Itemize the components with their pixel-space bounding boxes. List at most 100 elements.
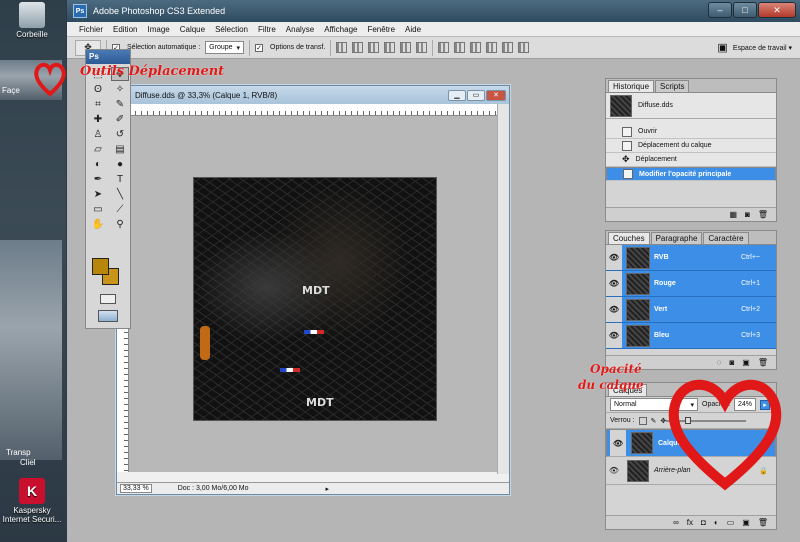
new-channel-icon[interactable]: ▣ bbox=[742, 358, 750, 367]
hand-tool-icon[interactable]: ✋ bbox=[89, 217, 107, 231]
lock-transparency-icon[interactable] bbox=[638, 416, 647, 425]
distribute-vcenter-icon[interactable] bbox=[454, 42, 466, 53]
foreground-color-swatch[interactable] bbox=[92, 258, 109, 275]
save-selection-icon[interactable]: ◙ bbox=[729, 358, 734, 367]
distribute-hcenter-icon[interactable] bbox=[502, 42, 514, 53]
tab-scripts[interactable]: Scripts bbox=[655, 80, 690, 92]
vertical-scrollbar[interactable] bbox=[497, 104, 509, 474]
history-snapshot[interactable]: Diffuse.dds bbox=[606, 93, 776, 119]
new-layer-icon[interactable]: ▣ bbox=[742, 518, 750, 527]
trash-icon[interactable]: 🗑 bbox=[758, 358, 768, 367]
align-left-icon[interactable] bbox=[384, 42, 396, 53]
doc-size-info[interactable]: Doc : 3,00 Mo/6,00 Mo bbox=[178, 485, 249, 492]
align-bottom-icon[interactable] bbox=[368, 42, 380, 53]
tools-palette-header[interactable]: Ps bbox=[86, 50, 130, 64]
transform-controls-checkbox[interactable]: ✓ bbox=[255, 43, 264, 52]
blur-tool-icon[interactable]: ◐ bbox=[89, 157, 107, 171]
menu-aide[interactable]: Aide bbox=[405, 25, 421, 34]
menu-fenetre[interactable]: Fenêtre bbox=[367, 25, 395, 34]
tab-couches[interactable]: Couches bbox=[608, 232, 650, 244]
new-document-from-state-icon[interactable]: ▦ bbox=[729, 210, 737, 219]
layer-style-icon[interactable]: fx bbox=[687, 518, 693, 527]
gradient-tool-icon[interactable]: ▤ bbox=[111, 142, 129, 156]
new-group-icon[interactable]: ▭ bbox=[727, 518, 735, 527]
eye-icon[interactable]: 👁 bbox=[606, 271, 622, 296]
align-hcenter-icon[interactable] bbox=[400, 42, 412, 53]
menu-selection[interactable]: Sélection bbox=[215, 25, 248, 34]
notes-tool-icon[interactable]: ▭ bbox=[89, 202, 107, 216]
eraser-tool-icon[interactable]: ▱ bbox=[89, 142, 107, 156]
load-channel-selection-icon[interactable]: ◌ bbox=[717, 358, 722, 367]
distribute-right-icon[interactable] bbox=[518, 42, 530, 53]
document-title-bar[interactable]: Diffuse.dds @ 33,3% (Calque 1, RVB/8) ▁ … bbox=[117, 86, 509, 104]
channel-row[interactable]: 👁 Rouge Ctrl+1 bbox=[606, 271, 776, 297]
menu-edition[interactable]: Edition bbox=[113, 25, 137, 34]
zoom-field[interactable]: 33,33 % bbox=[120, 484, 152, 493]
minimize-button[interactable]: – bbox=[708, 2, 732, 18]
menu-image[interactable]: Image bbox=[147, 25, 169, 34]
canvas-area[interactable]: MDT MDT bbox=[129, 116, 499, 472]
zoom-tool-icon[interactable]: ⚲ bbox=[111, 217, 129, 231]
distribute-top-icon[interactable] bbox=[438, 42, 450, 53]
close-button[interactable]: ✕ bbox=[758, 2, 796, 18]
tab-paragraphe[interactable]: Paragraphe bbox=[650, 232, 703, 244]
eye-icon[interactable]: 👁 bbox=[606, 297, 622, 322]
lasso-tool-icon[interactable]: ʘ bbox=[89, 82, 107, 96]
lock-pixels-icon[interactable]: ✎ bbox=[651, 417, 657, 425]
recycle-bin-shortcut[interactable]: Corbeille bbox=[2, 2, 62, 39]
doc-maximize-button[interactable]: ▭ bbox=[467, 89, 485, 101]
menu-calque[interactable]: Calque bbox=[180, 25, 205, 34]
eye-icon[interactable]: 👁 bbox=[606, 245, 622, 270]
align-right-icon[interactable] bbox=[416, 42, 428, 53]
link-layers-icon[interactable]: ∞ bbox=[673, 518, 679, 527]
kaspersky-shortcut[interactable]: K Kaspersky Internet Securi... bbox=[2, 478, 62, 524]
distribute-left-icon[interactable] bbox=[486, 42, 498, 53]
history-step[interactable]: Déplacement du calque bbox=[606, 139, 776, 153]
status-menu-arrow-icon[interactable]: ▸ bbox=[325, 485, 329, 493]
pen-tool-icon[interactable]: ✒ bbox=[89, 172, 107, 186]
tab-historique[interactable]: Historique bbox=[608, 80, 655, 92]
auto-select-dropdown[interactable]: Groupe ▾ bbox=[205, 41, 245, 54]
menu-filtre[interactable]: Filtre bbox=[258, 25, 276, 34]
dodge-tool-icon[interactable]: ● bbox=[111, 157, 129, 171]
channel-row[interactable]: 👁 RVB Ctrl+~ bbox=[606, 245, 776, 271]
crop-tool-icon[interactable]: ⌗ bbox=[89, 97, 107, 111]
line-tool-icon[interactable]: ╲ bbox=[111, 187, 129, 201]
channel-row[interactable]: 👁 Vert Ctrl+2 bbox=[606, 297, 776, 323]
menu-fichier[interactable]: Fichier bbox=[79, 25, 103, 34]
history-brush-tool-icon[interactable]: ↺ bbox=[111, 127, 129, 141]
menu-affichage[interactable]: Affichage bbox=[324, 25, 357, 34]
new-snapshot-icon[interactable]: ◙ bbox=[745, 210, 750, 219]
channel-row[interactable]: 👁 Bleu Ctrl+3 bbox=[606, 323, 776, 349]
horizontal-ruler[interactable] bbox=[129, 104, 497, 116]
align-top-icon[interactable] bbox=[336, 42, 348, 53]
eye-icon[interactable]: 👁 bbox=[610, 430, 626, 456]
doc-minimize-button[interactable]: ▁ bbox=[448, 89, 466, 101]
menu-analyse[interactable]: Analyse bbox=[286, 25, 314, 34]
texture-image[interactable]: MDT MDT bbox=[193, 177, 437, 421]
eye-icon[interactable]: 👁 bbox=[606, 457, 622, 484]
adjustment-layer-icon[interactable]: ◐ bbox=[714, 518, 719, 527]
type-tool-icon[interactable]: T bbox=[111, 172, 129, 186]
eye-icon[interactable]: 👁 bbox=[606, 323, 622, 348]
tab-caractere[interactable]: Caractère bbox=[703, 232, 749, 244]
trash-icon[interactable]: 🗑 bbox=[758, 518, 768, 527]
align-vcenter-icon[interactable] bbox=[352, 42, 364, 53]
path-selection-tool-icon[interactable]: ➤ bbox=[89, 187, 107, 201]
screen-mode-icon[interactable] bbox=[98, 310, 118, 322]
trash-icon[interactable]: 🗑 bbox=[758, 210, 768, 219]
quick-mask-icon[interactable] bbox=[100, 294, 116, 304]
eyedropper-tool-icon[interactable]: ⟋ bbox=[111, 202, 129, 216]
distribute-bottom-icon[interactable] bbox=[470, 42, 482, 53]
slice-tool-icon[interactable]: ✎ bbox=[111, 97, 129, 111]
workspace-menu[interactable]: Espace de travail ▾ bbox=[733, 44, 792, 52]
history-step[interactable]: ✥ Déplacement bbox=[606, 153, 776, 167]
history-step[interactable]: Ouvrir bbox=[606, 125, 776, 139]
maximize-button[interactable]: □ bbox=[733, 2, 757, 18]
doc-close-button[interactable]: ✕ bbox=[486, 89, 506, 101]
magic-wand-tool-icon[interactable]: ✧ bbox=[111, 82, 129, 96]
clone-stamp-tool-icon[interactable]: ♙ bbox=[89, 127, 107, 141]
healing-brush-tool-icon[interactable]: ✚ bbox=[89, 112, 107, 126]
brush-tool-icon[interactable]: ✐ bbox=[111, 112, 129, 126]
layer-mask-icon[interactable]: ◘ bbox=[701, 518, 706, 527]
